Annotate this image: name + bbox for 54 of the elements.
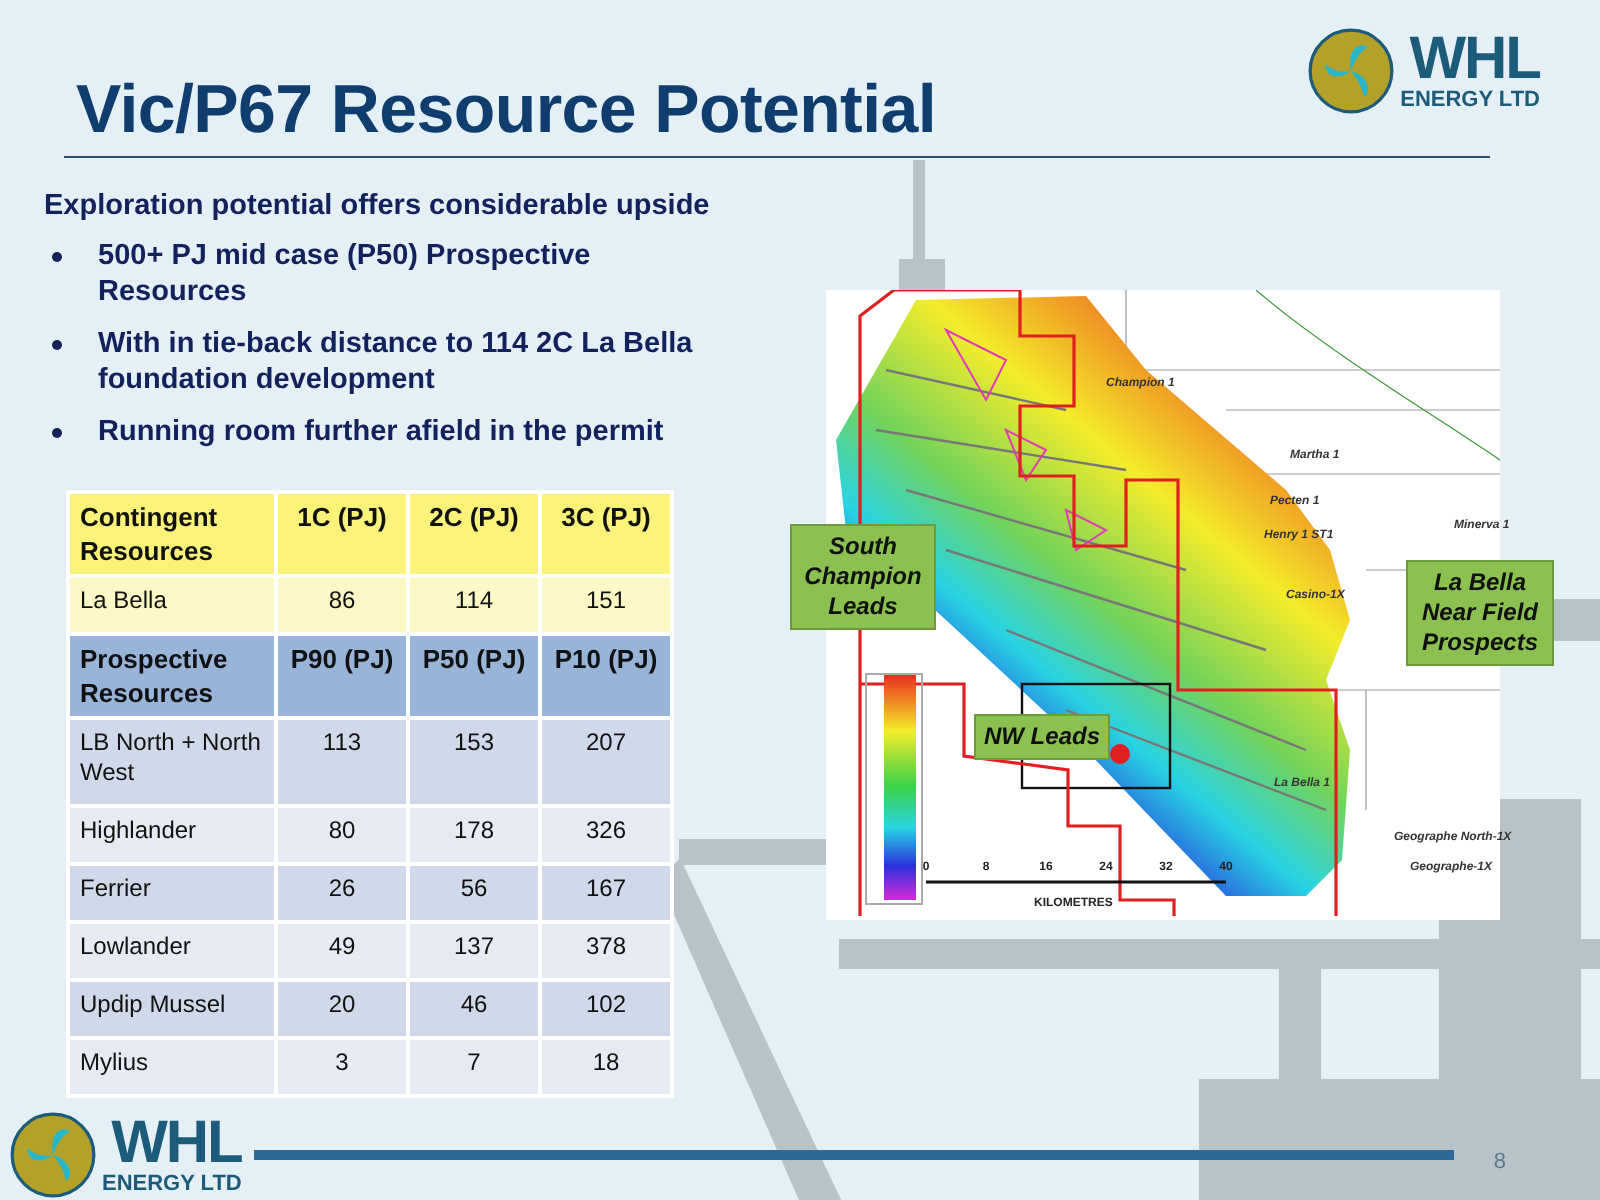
table-cell: 207 bbox=[540, 717, 672, 806]
map-callout: NW Leads bbox=[974, 713, 1110, 760]
logo-icon bbox=[10, 1111, 96, 1198]
table-cell: 80 bbox=[276, 805, 408, 864]
table-cell: 137 bbox=[408, 921, 540, 980]
bullet-icon bbox=[52, 251, 62, 262]
table-cell: 49 bbox=[276, 921, 408, 980]
logo-subtitle: ENERGY LTD bbox=[1400, 90, 1540, 112]
table-header: P50 (PJ) bbox=[408, 633, 540, 718]
page-number: 8 bbox=[1493, 1150, 1507, 1175]
table-header: P10 (PJ) bbox=[540, 633, 672, 718]
table-cell: 7 bbox=[408, 1037, 540, 1096]
table-cell: 56 bbox=[408, 863, 540, 922]
table-header: Prospective Resources bbox=[68, 633, 276, 718]
table-cell: Mylius bbox=[68, 1037, 276, 1096]
map-callout: South Champion Leads bbox=[790, 523, 936, 630]
table-cell: LB North + North West bbox=[68, 717, 276, 806]
table-header: P90 (PJ) bbox=[276, 633, 408, 718]
table-header: 1C (PJ) bbox=[276, 491, 408, 576]
table-cell: La Bella bbox=[68, 575, 276, 634]
slide-title: Vic/P67 Resource Potential bbox=[76, 72, 936, 150]
logo-subtitle: ENERGY LTD bbox=[102, 1173, 242, 1196]
logo-wordmark: WHL bbox=[111, 1113, 242, 1174]
bullet-text: With in tie-back distance to 114 2C La Bella foundation development bbox=[98, 325, 695, 398]
bullet-text: 500+ PJ mid case (P50) Prospective Resources bbox=[98, 237, 593, 310]
table-cell: 326 bbox=[540, 805, 672, 864]
logo-wordmark: WHL bbox=[1409, 30, 1540, 90]
table-cell: 86 bbox=[276, 575, 408, 634]
table-cell: 46 bbox=[408, 979, 540, 1038]
intro-text: Exploration potential offers considerable upside bbox=[44, 189, 712, 222]
map-callout: La Bella Near Field Prospects bbox=[1406, 559, 1554, 666]
table-cell: 114 bbox=[408, 575, 540, 634]
bullet-icon bbox=[52, 427, 62, 438]
table-cell: 18 bbox=[540, 1037, 672, 1096]
table-cell: 26 bbox=[276, 863, 408, 922]
table-cell: 113 bbox=[276, 717, 408, 806]
table-cell: 20 bbox=[276, 979, 408, 1038]
table-cell: 178 bbox=[408, 805, 540, 864]
table-cell: 102 bbox=[540, 979, 672, 1038]
table-cell: 151 bbox=[540, 575, 672, 634]
table-cell: 378 bbox=[540, 921, 672, 980]
bullet-text: Running room further afield in the permit bbox=[98, 413, 664, 450]
table-cell: 167 bbox=[540, 863, 672, 922]
table-cell: Lowlander bbox=[68, 921, 276, 980]
table-cell: Updip Mussel bbox=[68, 979, 276, 1038]
table-header: 2C (PJ) bbox=[408, 491, 540, 576]
table-header: 3C (PJ) bbox=[540, 491, 672, 576]
logo-icon bbox=[1308, 28, 1395, 114]
table-header: Contingent Resources bbox=[68, 491, 276, 576]
table-cell: Ferrier bbox=[68, 863, 276, 922]
table-cell: 3 bbox=[276, 1037, 408, 1096]
table-cell: Highlander bbox=[68, 805, 276, 864]
bullet-icon bbox=[52, 339, 62, 350]
table-cell: 153 bbox=[408, 717, 540, 806]
